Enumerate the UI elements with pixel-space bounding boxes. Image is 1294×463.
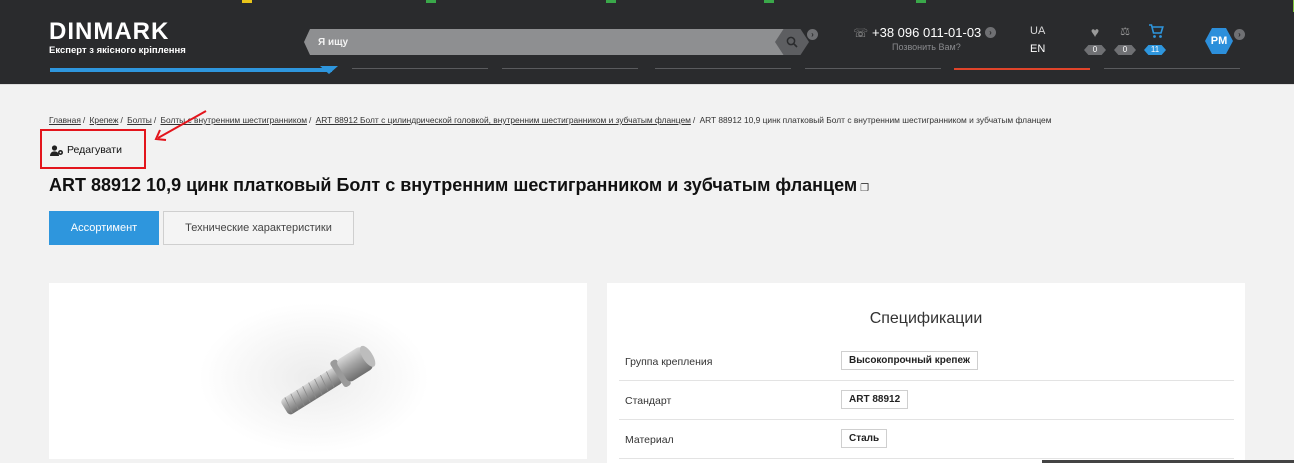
breadcrumb-separator: / — [692, 115, 696, 125]
nav-item[interactable] — [352, 68, 488, 69]
site-logo[interactable]: DINMARK Експерт з якісного кріплення — [49, 20, 186, 57]
spec-value[interactable]: Сталь — [841, 429, 888, 448]
spec-label: Материал — [625, 434, 674, 446]
nav-item-active[interactable] — [50, 68, 332, 72]
site-header: DINMARK Експерт з якісного кріплення › ☏… — [0, 0, 1294, 85]
nav-item-sale[interactable] — [954, 68, 1090, 70]
top-marker — [426, 0, 436, 3]
top-marker — [916, 0, 926, 3]
heart-icon[interactable]: ♥ — [1087, 24, 1103, 40]
product-image-panel — [49, 283, 587, 459]
nav-item[interactable] — [805, 68, 941, 69]
arrow-right-icon: › — [985, 27, 996, 38]
favorites-count: 0 — [1084, 45, 1106, 55]
compare-icon[interactable]: ⚖ — [1117, 24, 1133, 40]
page-title-text: ART 88912 10,9 цинк платковый Болт с вну… — [49, 175, 858, 195]
search-icon — [786, 36, 798, 48]
spec-row: Стандарт ART 88912 — [619, 381, 1234, 420]
copy-icon[interactable]: ❐ — [860, 183, 869, 194]
nav-item[interactable] — [502, 68, 638, 69]
phone-text: +38 096 011-01-03 — [872, 25, 982, 40]
compare-count: 0 — [1114, 45, 1136, 55]
spec-row: Материал Сталь — [619, 420, 1234, 459]
spec-label: Группа крепления — [625, 356, 713, 368]
nav-item[interactable] — [1104, 68, 1240, 69]
annotation-arrow — [154, 110, 207, 141]
breadcrumb-separator: / — [120, 115, 123, 125]
lang-ua[interactable]: UA — [1030, 25, 1045, 37]
breadcrumb-item[interactable]: Главная — [49, 115, 81, 125]
user-gear-icon — [50, 144, 63, 156]
spec-value[interactable]: ART 88912 — [841, 390, 909, 409]
spec-label: Стандарт — [625, 395, 672, 407]
spec-value[interactable]: Высокопрочный крепеж — [841, 351, 978, 370]
breadcrumb-separator: / — [82, 115, 86, 125]
top-strip — [0, 0, 1294, 12]
breadcrumb-separator: / — [309, 115, 312, 125]
avatar[interactable]: PM — [1205, 28, 1233, 54]
logo-tagline: Експерт з якісного кріплення — [49, 45, 186, 56]
lang-en[interactable]: EN — [1030, 43, 1045, 55]
tab-tech-specs[interactable]: Технические характеристики — [163, 211, 354, 245]
nav-item[interactable] — [655, 68, 791, 69]
phone-number[interactable]: ☏ +38 096 011-01-03 — [853, 25, 981, 40]
cart-icon[interactable] — [1148, 24, 1164, 40]
top-marker — [606, 0, 616, 3]
edit-button[interactable]: Редагувати — [50, 144, 122, 156]
callback-link[interactable]: Позвонить Вам? — [892, 42, 961, 52]
search-bar: › — [304, 29, 818, 55]
edit-label: Редагувати — [67, 144, 122, 156]
breadcrumb-item[interactable]: ART 88912 Болт с цилиндрической головкой… — [316, 115, 691, 125]
arrow-right-icon: › — [807, 29, 818, 40]
phone-icon: ☏ — [853, 26, 869, 40]
tab-assortment[interactable]: Ассортимент — [49, 211, 159, 245]
product-image — [199, 303, 429, 453]
search-input[interactable] — [318, 33, 758, 51]
specifications-panel: Спецификации Группа крепления Высокопроч… — [607, 283, 1245, 463]
logo-name: DINMARK — [49, 18, 170, 45]
specifications-title: Спецификации — [869, 310, 983, 327]
cart-count: 11 — [1144, 45, 1166, 55]
page-title: ART 88912 10,9 цинк платковый Болт с вну… — [49, 175, 869, 196]
spec-row: Группа крепления Высокопрочный крепеж — [619, 342, 1234, 381]
top-marker — [764, 0, 774, 3]
cart-icon — [1149, 24, 1164, 38]
arrow-right-icon: › — [1234, 29, 1245, 40]
breadcrumb-item[interactable]: Крепеж — [90, 115, 119, 125]
breadcrumb-current: ART 88912 10,9 цинк платковый Болт с вну… — [699, 115, 1052, 125]
top-marker — [242, 0, 252, 3]
